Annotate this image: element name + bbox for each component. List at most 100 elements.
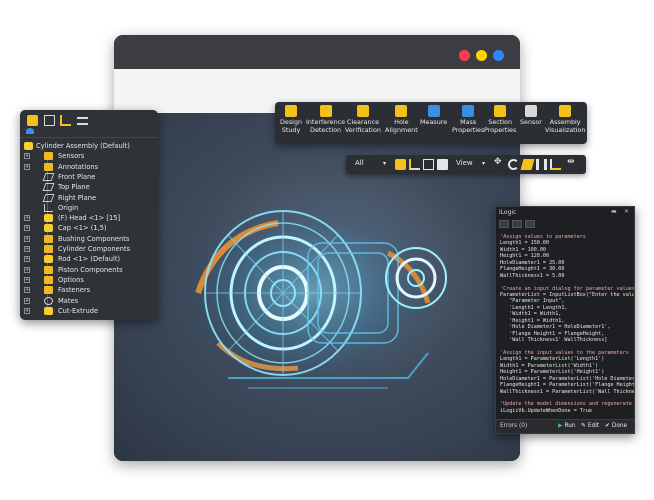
ribbon-button-label: Clearance Verification <box>345 118 381 134</box>
tree-item-label: Options <box>58 275 84 284</box>
assembly-visualization-icon <box>559 105 572 117</box>
assembly-visualization-button[interactable]: Assembly Visualization <box>545 105 585 134</box>
expand-icon[interactable]: + <box>24 266 30 273</box>
expand-icon[interactable]: + <box>24 225 30 232</box>
measure-icon <box>427 105 440 117</box>
tree-item[interactable]: Top Plane <box>20 182 158 192</box>
tree-item[interactable]: + Bushing Components <box>20 234 158 244</box>
errors-count[interactable]: Errors (0) <box>500 423 527 429</box>
hole-alignment-button[interactable]: Hole Alignment <box>385 105 418 134</box>
ilogic-panel: iLogic ▬ ✕ 'Assign values to parameters L… <box>495 206 635 434</box>
part-icon[interactable] <box>27 115 38 126</box>
new-rule-icon[interactable] <box>499 220 509 228</box>
part-icon <box>44 214 53 223</box>
expand-icon[interactable]: + <box>24 246 30 252</box>
sensor-button[interactable]: Sensor <box>520 105 542 127</box>
folder-icon <box>44 245 53 253</box>
tree-item-label: Rod <1> (Default) <box>58 255 121 264</box>
tree-item[interactable]: + Cap <1> (1,5) <box>20 223 158 233</box>
select-body-icon[interactable] <box>437 159 448 170</box>
expand-icon[interactable]: + <box>24 215 30 222</box>
tree-item[interactable]: + Cylinder Components <box>20 244 158 254</box>
expand-icon[interactable]: + <box>24 256 30 263</box>
main-window <box>114 35 520 461</box>
code-line: iLogicVb.UpdateWhenDone = True <box>500 407 593 414</box>
chevron-down-icon[interactable]: ▾ <box>482 160 485 167</box>
tree-item[interactable]: Cylinder Assembly (Default) <box>20 141 158 151</box>
evaluate-ribbon: Design Study Interference Detection Cleara… <box>275 102 587 144</box>
chevron-down-icon[interactable]: ▾ <box>383 160 386 167</box>
mass-properties-button[interactable]: Mass Properties <box>452 105 484 134</box>
expand-icon[interactable]: + <box>24 287 30 294</box>
tree-item[interactable]: + Fasteners <box>20 285 158 295</box>
tree-item[interactable]: + Mates <box>20 296 158 306</box>
view-menu[interactable]: View <box>456 159 473 167</box>
design-study-button[interactable]: Design Study <box>280 105 302 134</box>
run-button[interactable]: ▶ Run <box>556 422 578 431</box>
done-button-label: Done <box>611 423 628 429</box>
folder-icon <box>44 162 53 171</box>
document-icon[interactable] <box>44 115 55 126</box>
interference-button[interactable]: Interference Detection <box>306 105 345 134</box>
select-part-icon[interactable] <box>395 159 406 170</box>
expand-icon[interactable]: + <box>24 153 30 160</box>
expand-icon[interactable]: + <box>24 297 30 304</box>
maximize-window-button[interactable] <box>493 50 504 61</box>
clearance-button[interactable]: Clearance Verification <box>345 105 381 134</box>
tree-item[interactable]: Right Plane <box>20 193 158 203</box>
minimize-icon[interactable]: ▬ <box>611 208 617 215</box>
mates-icon <box>44 296 53 305</box>
tree-item[interactable]: + Rod <1> (Default) <box>20 254 158 264</box>
tree-item[interactable]: + Annotations <box>20 162 158 172</box>
align-icon[interactable] <box>550 159 561 170</box>
code-line: WallThickness1 = ParameterList('Wall Thi… <box>500 388 634 395</box>
tree-item[interactable]: + Piston Components <box>20 265 158 275</box>
close-icon[interactable]: ✕ <box>624 208 629 215</box>
code-editor[interactable]: 'Assign values to parameters Length1 = 15… <box>500 234 634 414</box>
close-window-button[interactable] <box>459 50 470 61</box>
plane-icon <box>42 172 55 181</box>
select-face-icon[interactable] <box>423 159 434 170</box>
minimize-window-button[interactable] <box>476 50 487 61</box>
assembly-structure-icon[interactable] <box>60 115 71 126</box>
edit-button[interactable]: ✎ Edit <box>579 422 601 431</box>
section-view-icon[interactable] <box>520 159 535 170</box>
part-icon <box>44 224 53 233</box>
filter-icon[interactable] <box>26 128 34 134</box>
expand-icon[interactable]: + <box>24 307 30 314</box>
rule-options-icon[interactable] <box>525 220 535 228</box>
filter-select[interactable]: All <box>355 159 364 167</box>
measure-button[interactable]: Measure <box>420 105 447 127</box>
design-study-icon <box>285 105 298 117</box>
expand-icon[interactable]: + <box>24 163 30 170</box>
folder-icon <box>44 152 53 161</box>
tree-item-label: Right Plane <box>58 193 97 202</box>
assembly-icon <box>24 142 33 150</box>
tree-item[interactable]: + Options <box>20 275 158 285</box>
folder-icon <box>44 265 53 274</box>
feature-tree-toolbar <box>20 110 158 138</box>
menu-icon[interactable] <box>77 117 88 125</box>
select-edge-icon[interactable] <box>409 159 420 170</box>
section-properties-button[interactable]: Section Properties <box>484 105 516 134</box>
ribbon-button-label: Design Study <box>280 118 303 134</box>
ribbon-button-label: Sensor <box>520 118 542 126</box>
clearance-icon <box>356 105 369 117</box>
mirror-icon[interactable] <box>536 159 547 170</box>
interference-icon <box>319 105 332 117</box>
tree-item[interactable]: + Sensors <box>20 151 158 161</box>
ribbon-button-label: Assembly Visualization <box>545 118 586 134</box>
orbit-icon[interactable] <box>508 159 519 170</box>
expand-icon[interactable]: + <box>24 235 30 242</box>
tree-item[interactable]: + Cut-Extrude <box>20 306 158 316</box>
tree-item[interactable]: Front Plane <box>20 172 158 182</box>
move-component-icon[interactable]: ⇹ <box>567 157 575 167</box>
tree-item[interactable]: Origin <box>20 203 158 213</box>
pan-icon[interactable]: ✥ <box>494 157 502 167</box>
code-line: FlangeHeight1 = ParameterList('Flange He… <box>500 382 634 389</box>
tree-item-label: (F) Head <1> [15] <box>58 214 121 223</box>
expand-icon[interactable]: + <box>24 276 30 283</box>
edit-rule-icon[interactable] <box>512 220 522 228</box>
done-button[interactable]: ✔ Done <box>603 422 629 431</box>
tree-item[interactable]: + (F) Head <1> [15] <box>20 213 158 223</box>
